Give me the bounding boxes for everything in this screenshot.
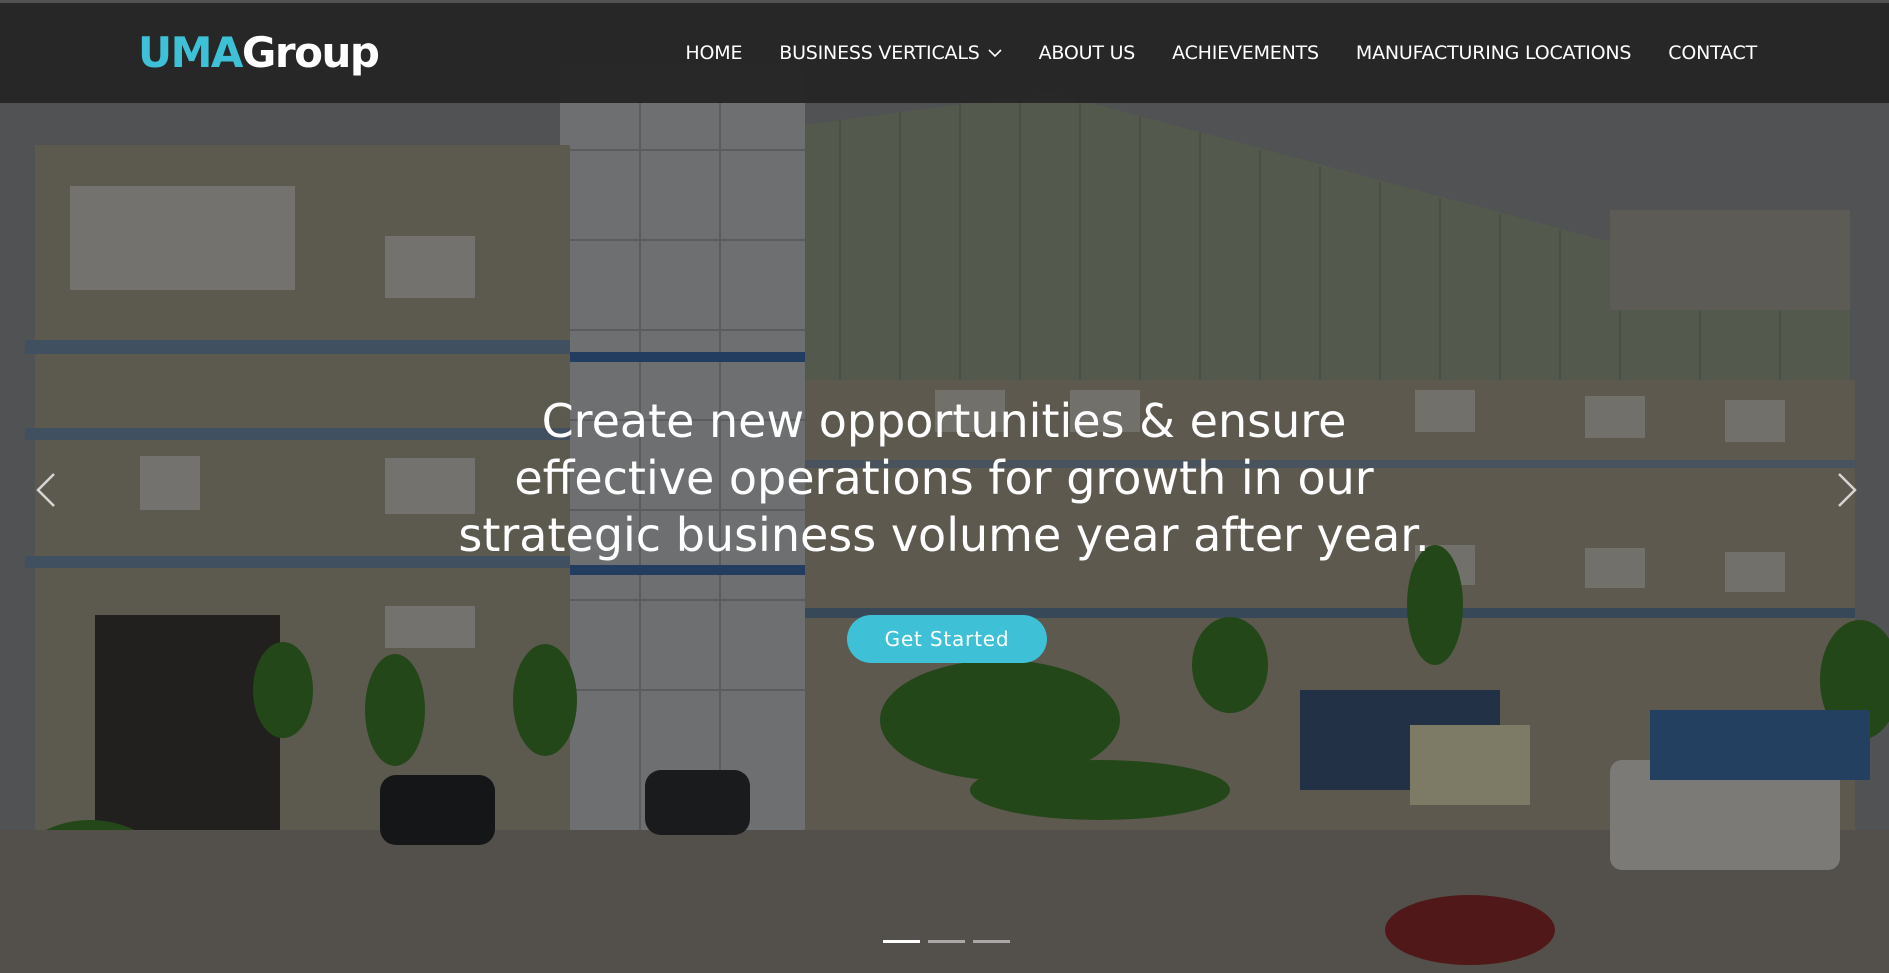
carousel-indicator-2[interactable] — [928, 940, 965, 943]
logo-text-accent: UMA — [138, 28, 243, 77]
nav-contact[interactable]: CONTACT — [1668, 42, 1757, 64]
main-navigation: HOME BUSINESS VERTICALS ABOUT US ACHIEVE… — [685, 3, 1757, 103]
nav-business-verticals[interactable]: BUSINESS VERTICALS — [779, 42, 1002, 64]
nav-about-us[interactable]: ABOUT US — [1039, 42, 1136, 64]
site-header: UMAGroup HOME BUSINESS VERTICALS ABOUT U… — [0, 3, 1889, 103]
carousel-indicator-3[interactable] — [973, 940, 1010, 943]
chevron-down-icon — [988, 49, 1002, 58]
carousel-indicators — [883, 940, 1018, 943]
nav-business-verticals-label: BUSINESS VERTICALS — [779, 42, 980, 64]
site-logo[interactable]: UMAGroup — [138, 25, 380, 81]
hero-headline-line-2: effective operations for growth in our — [514, 451, 1374, 505]
nav-home[interactable]: HOME — [685, 42, 742, 64]
hero-headline-line-1: Create new opportunities & ensure — [541, 394, 1347, 448]
hero-headline: Create new opportunities & ensure effect… — [444, 393, 1444, 564]
nav-achievements[interactable]: ACHIEVEMENTS — [1172, 42, 1319, 64]
hero-carousel: UMAGroup HOME BUSINESS VERTICALS ABOUT U… — [0, 0, 1889, 973]
chevron-right-icon[interactable] — [1833, 470, 1861, 510]
carousel-indicator-1[interactable] — [883, 940, 920, 943]
chevron-left-icon[interactable] — [32, 470, 60, 510]
nav-manufacturing-locations[interactable]: MANUFACTURING LOCATIONS — [1356, 42, 1632, 64]
get-started-button[interactable]: Get Started — [847, 615, 1047, 663]
hero-headline-line-3: strategic business volume year after yea… — [458, 508, 1430, 562]
logo-text: Group — [241, 28, 380, 77]
